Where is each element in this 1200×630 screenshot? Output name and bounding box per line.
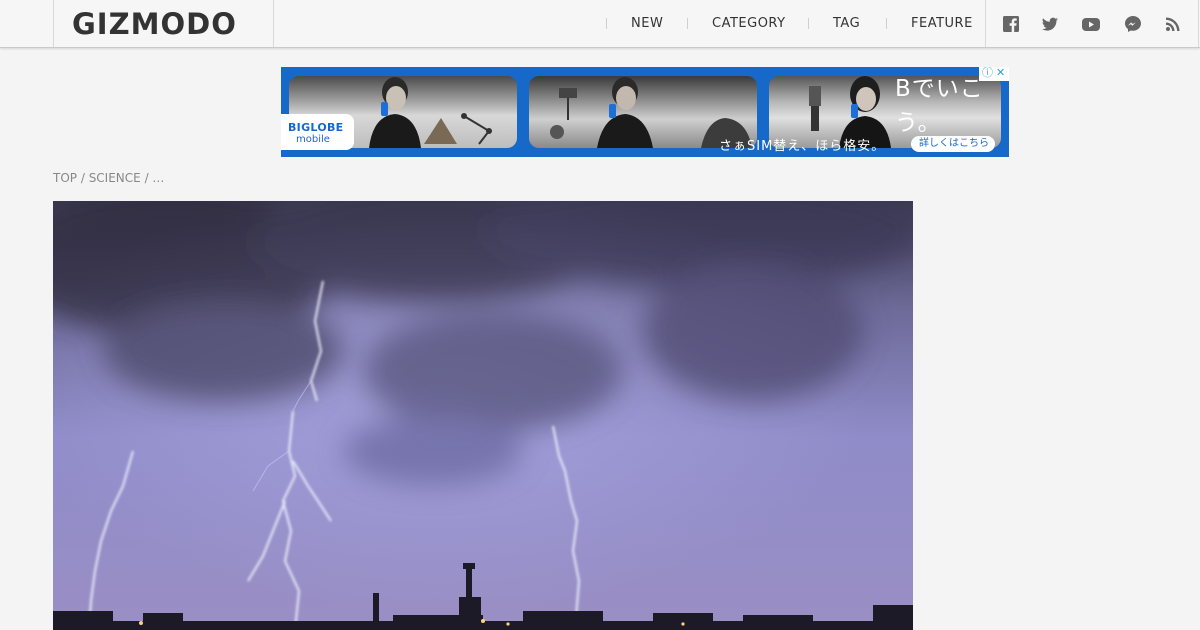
breadcrumb-item-science[interactable]: SCIENCE xyxy=(89,171,141,185)
header-divider xyxy=(985,0,986,47)
nav-item-feature[interactable]: FEATURE xyxy=(911,16,973,32)
nav-item-category[interactable]: CATEGORY xyxy=(712,16,786,32)
nav-separator xyxy=(687,18,688,29)
rss-icon[interactable] xyxy=(1164,15,1182,33)
ad-person-photo xyxy=(597,77,653,148)
breadcrumb-separator: / xyxy=(77,171,89,185)
header-divider xyxy=(1198,0,1199,47)
breadcrumb-separator: / xyxy=(140,171,153,185)
header-divider xyxy=(273,0,274,47)
nav-separator xyxy=(808,18,809,29)
nav-separator xyxy=(886,18,887,29)
breadcrumb: TOP / SCIENCE / … xyxy=(53,171,164,186)
breadcrumb-item-current: … xyxy=(152,171,165,185)
ad-choices[interactable]: ⓘ ✕ xyxy=(979,67,1009,81)
facebook-icon[interactable] xyxy=(1002,15,1020,33)
ad-close-icon[interactable]: ✕ xyxy=(996,67,1005,80)
ad-subline: さぁSIM替え、ほら格安。 xyxy=(719,139,886,154)
breadcrumb-item-top[interactable]: TOP xyxy=(53,171,77,185)
ad-cta-button[interactable]: 詳しくはこちら ▶ xyxy=(911,136,995,157)
site-header: GIZMODO NEW CATEGORY TAG FEATURE xyxy=(0,0,1200,48)
twitter-icon[interactable] xyxy=(1041,15,1059,33)
header-divider xyxy=(53,0,54,47)
nav-separator xyxy=(606,18,607,29)
ad-brand-sub: mobile xyxy=(296,134,330,145)
ad-brand-name: BIGLOBE xyxy=(288,121,344,134)
nav-item-tag[interactable]: TAG xyxy=(833,16,860,32)
lightning-storm-image xyxy=(53,201,913,630)
hero-image xyxy=(53,201,913,630)
nav-item-new[interactable]: NEW xyxy=(631,16,663,32)
site-logo[interactable]: GIZMODO xyxy=(72,6,237,42)
ad-info-icon[interactable]: ⓘ xyxy=(982,67,993,80)
ad-sculpture-graphic xyxy=(424,113,492,145)
advertisement-banner[interactable]: BIGLOBE mobile Bでいこう。 さぁSIM替え、ほら格安。 詳しくは… xyxy=(281,67,1009,157)
youtube-icon[interactable] xyxy=(1081,15,1100,33)
messenger-icon[interactable] xyxy=(1124,15,1142,33)
